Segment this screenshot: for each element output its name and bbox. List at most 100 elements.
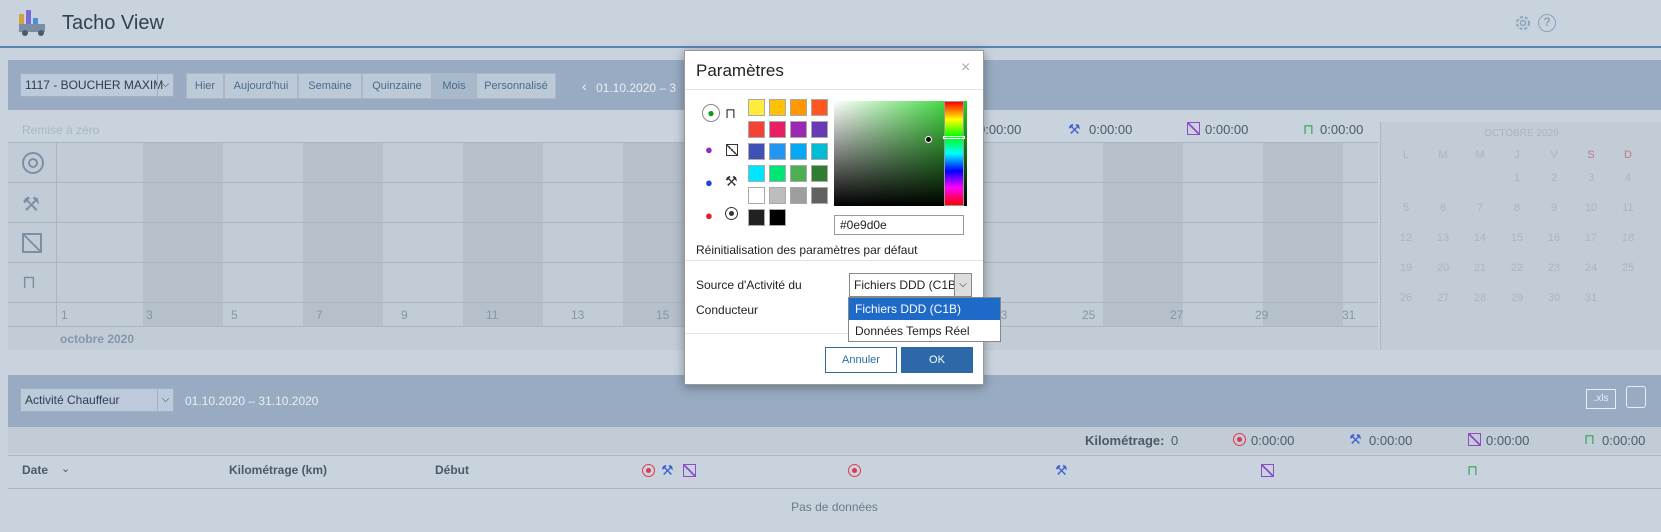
- column-mileage[interactable]: Kilométrage (km): [229, 463, 327, 477]
- period-month-button[interactable]: Mois: [432, 73, 476, 99]
- color-swatch[interactable]: [790, 143, 807, 160]
- calendar-day[interactable]: 3: [1573, 172, 1609, 184]
- driving-color-selector[interactable]: ●: [705, 208, 713, 223]
- color-swatch[interactable]: [790, 187, 807, 204]
- work-color-selector[interactable]: ●: [705, 175, 713, 190]
- gear-icon[interactable]: [1514, 14, 1532, 32]
- color-swatch[interactable]: [790, 99, 807, 116]
- color-swatch[interactable]: [748, 165, 765, 182]
- column-work-icon[interactable]: ⚒: [661, 462, 674, 479]
- availability-color-selector[interactable]: ●: [705, 142, 713, 157]
- period-fortnight-button[interactable]: Quinzaine: [362, 73, 432, 99]
- close-icon[interactable]: ×: [961, 59, 970, 77]
- color-swatch[interactable]: [748, 121, 765, 138]
- calendar-day[interactable]: 12: [1388, 232, 1424, 244]
- color-swatch[interactable]: [748, 187, 765, 204]
- color-swatch[interactable]: [790, 121, 807, 138]
- calendar-day[interactable]: 9: [1536, 202, 1572, 214]
- column-driving-icon[interactable]: [848, 464, 861, 477]
- reset-defaults-link[interactable]: Réinitialisation des paramètres par défa…: [696, 243, 917, 257]
- calendar-day[interactable]: 1: [1499, 172, 1535, 184]
- column-driving-icon[interactable]: [642, 464, 655, 477]
- color-swatch[interactable]: [769, 143, 786, 160]
- column-date[interactable]: Date: [22, 463, 48, 477]
- mini-calendar[interactable]: OCTOBRE 2020 L M M J V S D 1 2 3 4 5 6 7 8 9 10 11 12 13 14 1…: [1380, 122, 1661, 350]
- source-option-ddd[interactable]: Fichiers DDD (C1B): [849, 298, 1000, 320]
- calendar-day[interactable]: 31: [1573, 292, 1609, 304]
- period-custom-button[interactable]: Personnalisé: [476, 73, 556, 99]
- color-swatch[interactable]: [811, 143, 828, 160]
- calendar-day[interactable]: 22: [1499, 262, 1535, 274]
- color-swatch[interactable]: [769, 187, 786, 204]
- xls-export-button[interactable]: .xls: [1586, 389, 1616, 409]
- color-palette[interactable]: [748, 99, 828, 229]
- hue-slider[interactable]: [944, 101, 964, 206]
- color-swatch[interactable]: [769, 99, 786, 116]
- calendar-day[interactable]: 20: [1425, 262, 1461, 274]
- help-icon[interactable]: ?: [1538, 14, 1556, 32]
- calendar-day[interactable]: 6: [1425, 202, 1461, 214]
- calendar-day[interactable]: 23: [1536, 262, 1572, 274]
- column-availability-icon[interactable]: [683, 464, 696, 477]
- source-dropdown-list[interactable]: Fichiers DDD (C1B) Données Temps Réel: [848, 297, 1001, 342]
- calendar-day[interactable]: 14: [1462, 232, 1498, 244]
- color-swatch[interactable]: [769, 209, 786, 226]
- source-select[interactable]: Fichiers DDD (C1B) ⌵: [849, 273, 972, 297]
- calendar-day[interactable]: 28: [1462, 292, 1498, 304]
- calendar-day[interactable]: 19: [1388, 262, 1424, 274]
- period-today-button[interactable]: Aujourd'hui: [224, 73, 298, 99]
- color-swatch[interactable]: [811, 187, 828, 204]
- calendar-day[interactable]: 16: [1536, 232, 1572, 244]
- calendar-day[interactable]: 24: [1573, 262, 1609, 274]
- reset-zoom-link[interactable]: Remise à zéro: [22, 123, 99, 137]
- saturation-picker-handle[interactable]: [925, 136, 932, 143]
- calendar-day[interactable]: 17: [1573, 232, 1609, 244]
- period-yesterday-button[interactable]: Hier: [186, 73, 224, 99]
- calendar-weekday: V: [1550, 149, 1558, 161]
- color-swatch[interactable]: [748, 209, 765, 226]
- calendar-day[interactable]: 13: [1425, 232, 1461, 244]
- calendar-day[interactable]: 10: [1573, 202, 1609, 214]
- calendar-day[interactable]: 30: [1536, 292, 1572, 304]
- color-swatch[interactable]: [748, 99, 765, 116]
- color-swatch[interactable]: [811, 99, 828, 116]
- calendar-day[interactable]: 18: [1610, 232, 1646, 244]
- calendar-day[interactable]: 11: [1610, 202, 1646, 214]
- total-rest: 0:00:00: [1602, 433, 1646, 448]
- color-swatch[interactable]: [790, 165, 807, 182]
- column-start[interactable]: Début: [435, 463, 469, 477]
- column-rest-icon[interactable]: ⊓: [1467, 462, 1478, 479]
- calendar-day[interactable]: 8: [1499, 202, 1535, 214]
- driver-select[interactable]: 1117 - BOUCHER MAXIM ⌵: [20, 73, 174, 97]
- print-icon[interactable]: [1626, 386, 1646, 408]
- sort-chevron-icon[interactable]: ⌄: [61, 462, 70, 475]
- calendar-day[interactable]: 4: [1610, 172, 1646, 184]
- prev-period-icon[interactable]: ‹: [582, 78, 587, 94]
- calendar-day[interactable]: 7: [1462, 202, 1498, 214]
- column-work-icon[interactable]: ⚒: [1055, 462, 1068, 479]
- period-week-button[interactable]: Semaine: [298, 73, 362, 99]
- calendar-day[interactable]: 5: [1388, 202, 1424, 214]
- calendar-day[interactable]: 21: [1462, 262, 1498, 274]
- rest-color-selector[interactable]: ●: [702, 104, 720, 122]
- activity-select[interactable]: Activité Chauffeur ⌵: [20, 388, 174, 412]
- column-availability-icon[interactable]: [1261, 464, 1274, 477]
- calendar-day[interactable]: 2: [1536, 172, 1572, 184]
- calendar-day[interactable]: 26: [1388, 292, 1424, 304]
- color-swatch[interactable]: [811, 121, 828, 138]
- calendar-day[interactable]: 15: [1499, 232, 1535, 244]
- calendar-day[interactable]: 25: [1610, 262, 1646, 274]
- source-option-realtime[interactable]: Données Temps Réel: [849, 320, 1000, 342]
- ok-button[interactable]: OK: [901, 347, 973, 373]
- calendar-day[interactable]: 29: [1499, 292, 1535, 304]
- color-swatch[interactable]: [748, 143, 765, 160]
- top-total-work: 0:00:00: [1089, 122, 1133, 137]
- color-swatch[interactable]: [769, 165, 786, 182]
- color-swatch[interactable]: [769, 121, 786, 138]
- color-swatch[interactable]: [811, 165, 828, 182]
- hue-slider-handle[interactable]: [943, 136, 965, 139]
- calendar-day[interactable]: 27: [1425, 292, 1461, 304]
- cancel-button[interactable]: Annuler: [825, 347, 897, 373]
- timeline-day-5: 5: [231, 308, 238, 322]
- hex-color-input[interactable]: [834, 215, 964, 235]
